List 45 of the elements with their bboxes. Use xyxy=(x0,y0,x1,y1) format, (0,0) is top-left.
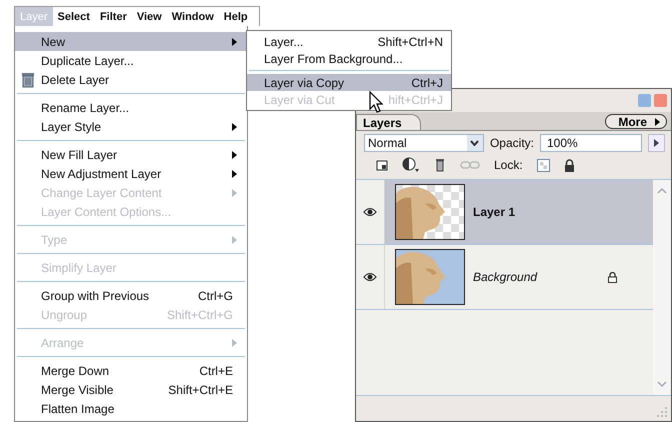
opacity-slider-button[interactable] xyxy=(648,134,665,152)
layer-name: Layer 1 xyxy=(473,205,516,219)
scroll-up-icon[interactable] xyxy=(657,188,667,194)
menu-bar-item[interactable]: Window xyxy=(166,7,219,26)
menu-item[interactable]: New Fill Layer xyxy=(15,145,247,164)
menu-item[interactable]: Merge Down Ctrl+E xyxy=(15,361,247,380)
layer-row[interactable]: Background xyxy=(356,245,653,310)
trash-icon[interactable] xyxy=(434,158,446,172)
menu-item[interactable]: Rename Layer... xyxy=(15,98,247,117)
triangle-icon xyxy=(655,118,660,126)
menu-bar-item[interactable]: Filter xyxy=(94,7,132,26)
lock-transparency-icon[interactable] xyxy=(536,158,550,172)
menu-bar-item[interactable]: Select xyxy=(52,7,95,26)
menu-item[interactable]: New xyxy=(15,32,247,51)
menu-item[interactable]: Group with Previous Ctrl+G xyxy=(15,286,247,305)
chevron-down-icon xyxy=(470,140,480,146)
lock-icon[interactable] xyxy=(564,158,575,172)
layer-row[interactable]: Layer 1 xyxy=(356,180,653,245)
new-layer-icon[interactable] xyxy=(376,159,388,171)
menu-item[interactable]: Duplicate Layer... xyxy=(15,51,247,70)
menu-item[interactable]: Layer... Shift+Ctrl+N xyxy=(247,33,451,50)
eye-icon[interactable] xyxy=(363,207,377,217)
menu-bar-item[interactable]: View xyxy=(132,7,167,26)
scroll-down-icon[interactable] xyxy=(657,381,667,387)
menu-item[interactable]: New Adjustment Layer xyxy=(15,164,247,183)
menu-bar-item[interactable]: Help xyxy=(218,7,253,26)
resize-grip-icon[interactable] xyxy=(656,406,668,418)
menu-item[interactable]: Layer Style xyxy=(15,117,247,136)
scrollbar[interactable] xyxy=(653,180,671,395)
palette-tab[interactable]: Layers xyxy=(356,114,421,130)
adjustment-circle-icon[interactable] xyxy=(402,157,420,173)
lock-label: Lock: xyxy=(494,158,523,172)
menu-item[interactable]: Layer From Background... xyxy=(247,50,451,67)
menu-item[interactable]: Flatten Image xyxy=(15,399,247,418)
blend-mode-dropdown[interactable]: Normal xyxy=(364,134,484,152)
opacity-field[interactable]: 100% xyxy=(540,134,642,152)
opacity-label: Opacity: xyxy=(490,136,534,150)
more-button[interactable]: More xyxy=(605,114,667,129)
menu-item[interactable]: Layer via Copy Ctrl+J xyxy=(247,74,451,91)
layer-name: Background xyxy=(473,270,538,284)
trash-icon xyxy=(21,72,35,88)
menu-item[interactable]: Merge Visible Shift+Ctrl+E xyxy=(15,380,247,399)
triangle-icon xyxy=(654,139,660,147)
menu-item[interactable]: Delete Layer xyxy=(15,70,247,89)
eye-icon[interactable] xyxy=(363,272,377,282)
